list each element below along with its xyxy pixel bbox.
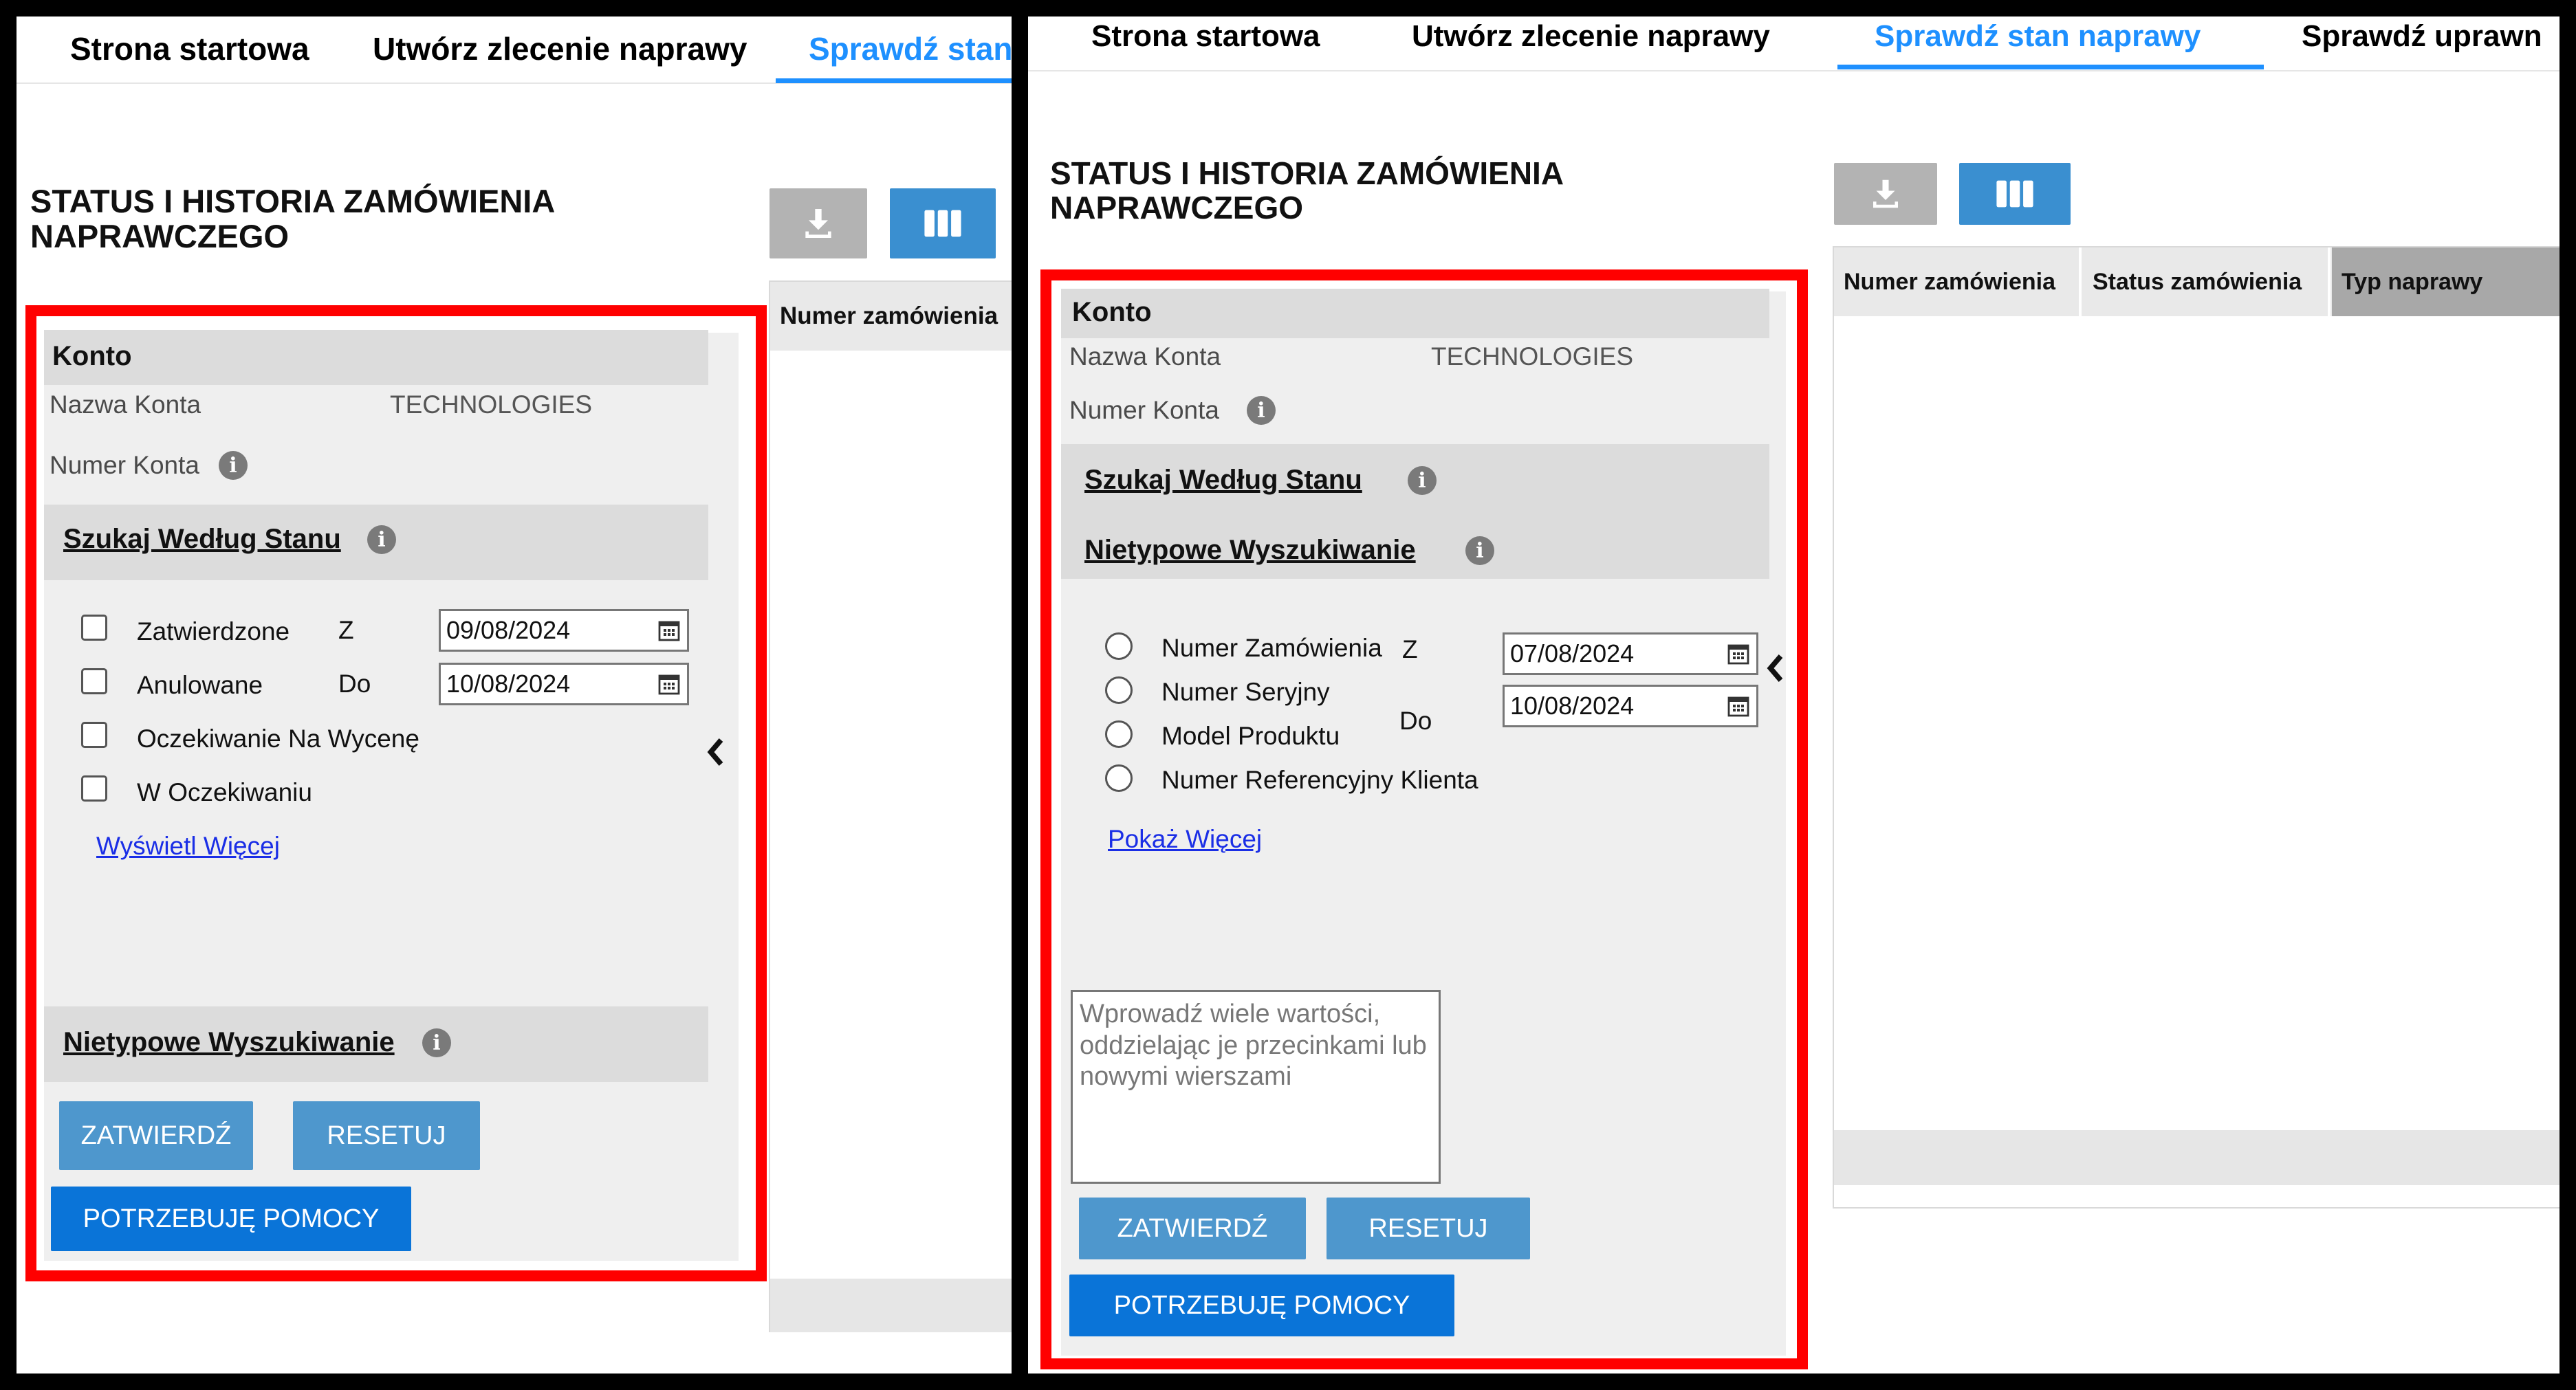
to-date-value: 10/08/2024 (1510, 692, 1635, 720)
custom-search-toggle[interactable]: Nietypowe Wyszukiwanie (63, 1027, 395, 1058)
reset-button[interactable]: RESETUJ (293, 1101, 480, 1170)
active-tab-underline (1837, 65, 2264, 69)
search-type-radio-product-model[interactable] (1105, 720, 1133, 748)
tab-home[interactable]: Strona startowa (1091, 19, 1320, 54)
account-name-label: Nazwa Konta (50, 390, 201, 419)
status-label-cancelled: Anulowane (137, 671, 263, 699)
to-date-label: Do (338, 670, 371, 698)
tab-create-repair-order[interactable]: Utwórz zlecenie naprawy (1412, 19, 1770, 54)
status-label-awaiting-quote: Oczekiwanie Na Wycenę (137, 725, 419, 753)
collapse-panel-button[interactable] (1758, 641, 1793, 696)
multi-value-textarea[interactable]: Wprowadź wiele wartości, oddzielając je … (1071, 990, 1441, 1184)
results-grid: Numer zamówienia Status zamówienia Typ n… (1833, 246, 2559, 1209)
to-date-value: 10/08/2024 (446, 670, 571, 698)
page-title-line2: NAPRAWCZEGO (30, 217, 289, 254)
account-number-label: Numer Konta (1069, 396, 1219, 424)
approve-button[interactable]: ZATWIERDŹ (1079, 1198, 1306, 1259)
calendar-icon[interactable] (658, 619, 680, 641)
account-heading: Konto (1072, 297, 1152, 327)
tab-home[interactable]: Strona startowa (70, 30, 309, 67)
account-section-header (44, 330, 708, 385)
from-date-value: 07/08/2024 (1510, 639, 1635, 668)
status-checkbox-cancelled[interactable] (81, 668, 107, 694)
page-title-line1: STATUS I HISTORIA ZAMÓWIENIA (1050, 155, 1564, 191)
search-type-label-serial-number: Numer Seryjny (1161, 678, 1330, 706)
to-date-input[interactable]: 10/08/2024 (1503, 685, 1758, 727)
search-by-status-info-icon[interactable]: i (367, 525, 396, 554)
account-section-header (1061, 289, 1769, 338)
need-help-button[interactable]: POTRZEBUJĘ POMOCY (1069, 1275, 1454, 1336)
page-title: STATUS I HISTORIA ZAMÓWIENIA NAPRAWCZEGO (30, 184, 555, 254)
search-type-radio-order-number[interactable] (1105, 632, 1133, 660)
download-icon (805, 209, 831, 238)
need-help-button[interactable]: POTRZEBUJĘ POMOCY (51, 1187, 411, 1251)
tab-check-status[interactable]: Sprawdź stan (809, 30, 1012, 67)
right-screenshot: Strona startowa Utwórz zlecenie naprawy … (1028, 16, 2559, 1374)
status-checkbox-approved[interactable] (81, 615, 107, 641)
download-button[interactable] (1834, 163, 1937, 225)
account-number-info-icon[interactable]: i (1247, 396, 1276, 425)
chevron-left-icon (1767, 654, 1783, 682)
download-icon (1873, 179, 1898, 208)
grid-column-order-number[interactable]: Numer zamówienia (770, 282, 998, 351)
custom-search-toggle[interactable]: Nietypowe Wyszukiwanie (1084, 535, 1416, 566)
show-more-link[interactable]: Wyświetl Więcej (96, 832, 280, 861)
grid-column-order-status[interactable]: Status zamówienia (2083, 247, 2331, 316)
approve-button[interactable]: ZATWIERDŹ (59, 1101, 253, 1170)
columns-button[interactable] (1959, 163, 2071, 225)
tab-bar-divider (1028, 70, 2559, 71)
left-screenshot: Strona startowa Utwórz zlecenie naprawy … (17, 16, 1012, 1374)
tab-check-repair-status[interactable]: Sprawdź stan naprawy (1875, 19, 2201, 54)
grid-footer (770, 1279, 1012, 1332)
search-type-radio-serial-number[interactable] (1105, 676, 1133, 704)
columns-button[interactable] (890, 188, 996, 258)
tab-create-repair-order[interactable]: Utwórz zlecenie naprawy (373, 30, 747, 67)
to-date-input[interactable]: 10/08/2024 (439, 663, 689, 705)
account-number-label: Numer Konta (50, 451, 199, 479)
from-date-input[interactable]: 09/08/2024 (439, 609, 689, 652)
page-title: STATUS I HISTORIA ZAMÓWIENIA NAPRAWCZEGO (1050, 155, 1564, 225)
chevron-left-icon (707, 738, 723, 766)
account-name-value: TECHNOLOGIES (1431, 342, 1633, 371)
calendar-icon[interactable] (1727, 695, 1749, 717)
show-more-link[interactable]: Pokaż Więcej (1108, 825, 1262, 854)
search-type-label-product-model: Model Produktu (1161, 722, 1340, 750)
columns-icon (1996, 180, 2033, 208)
from-date-input[interactable]: 07/08/2024 (1503, 632, 1758, 675)
columns-icon (924, 210, 961, 237)
search-type-label-order-number: Numer Zamówienia (1161, 634, 1382, 662)
status-checkbox-awaiting-quote[interactable] (81, 722, 107, 748)
page-title-line2: NAPRAWCZEGO (1050, 189, 1303, 225)
grid-footer (1834, 1130, 2559, 1185)
account-name-value: TECHNOLOGIES (390, 390, 592, 419)
download-button[interactable] (769, 188, 867, 258)
account-heading: Konto (52, 341, 132, 371)
collapse-panel-button[interactable] (697, 725, 734, 780)
search-type-radio-customer-reference[interactable] (1105, 764, 1133, 792)
status-checkbox-pending[interactable] (81, 775, 107, 802)
calendar-icon[interactable] (658, 673, 680, 695)
from-date-label: Z (338, 616, 354, 644)
search-by-status-info-icon[interactable]: i (1408, 466, 1437, 495)
tab-check-warranty[interactable]: Sprawdź uprawn (2302, 19, 2542, 54)
calendar-icon[interactable] (1727, 643, 1749, 665)
grid-column-order-number[interactable]: Numer zamówienia (1834, 247, 2082, 316)
from-date-label: Z (1402, 635, 1418, 663)
account-number-info-icon[interactable]: i (219, 451, 248, 480)
status-label-approved: Zatwierdzone (137, 617, 290, 646)
custom-search-info-icon[interactable]: i (1465, 536, 1494, 565)
search-by-status-toggle[interactable]: Szukaj Według Stanu (63, 524, 341, 555)
search-by-status-toggle[interactable]: Szukaj Według Stanu (1084, 465, 1362, 496)
reset-button[interactable]: RESETUJ (1327, 1198, 1530, 1259)
page-title-line1: STATUS I HISTORIA ZAMÓWIENIA (30, 183, 556, 219)
search-type-label-customer-reference: Numer Referencyjny Klienta (1161, 766, 1478, 794)
status-label-pending: W Oczekiwaniu (137, 778, 312, 806)
from-date-value: 09/08/2024 (446, 616, 571, 644)
to-date-label: Do (1399, 707, 1432, 735)
custom-search-info-icon[interactable]: i (422, 1028, 451, 1057)
grid-column-repair-type[interactable]: Typ naprawy (2332, 247, 2559, 316)
account-name-label: Nazwa Konta (1069, 342, 1221, 371)
results-grid: Numer zamówienia (769, 280, 1012, 1332)
active-tab-underline (776, 78, 1012, 83)
